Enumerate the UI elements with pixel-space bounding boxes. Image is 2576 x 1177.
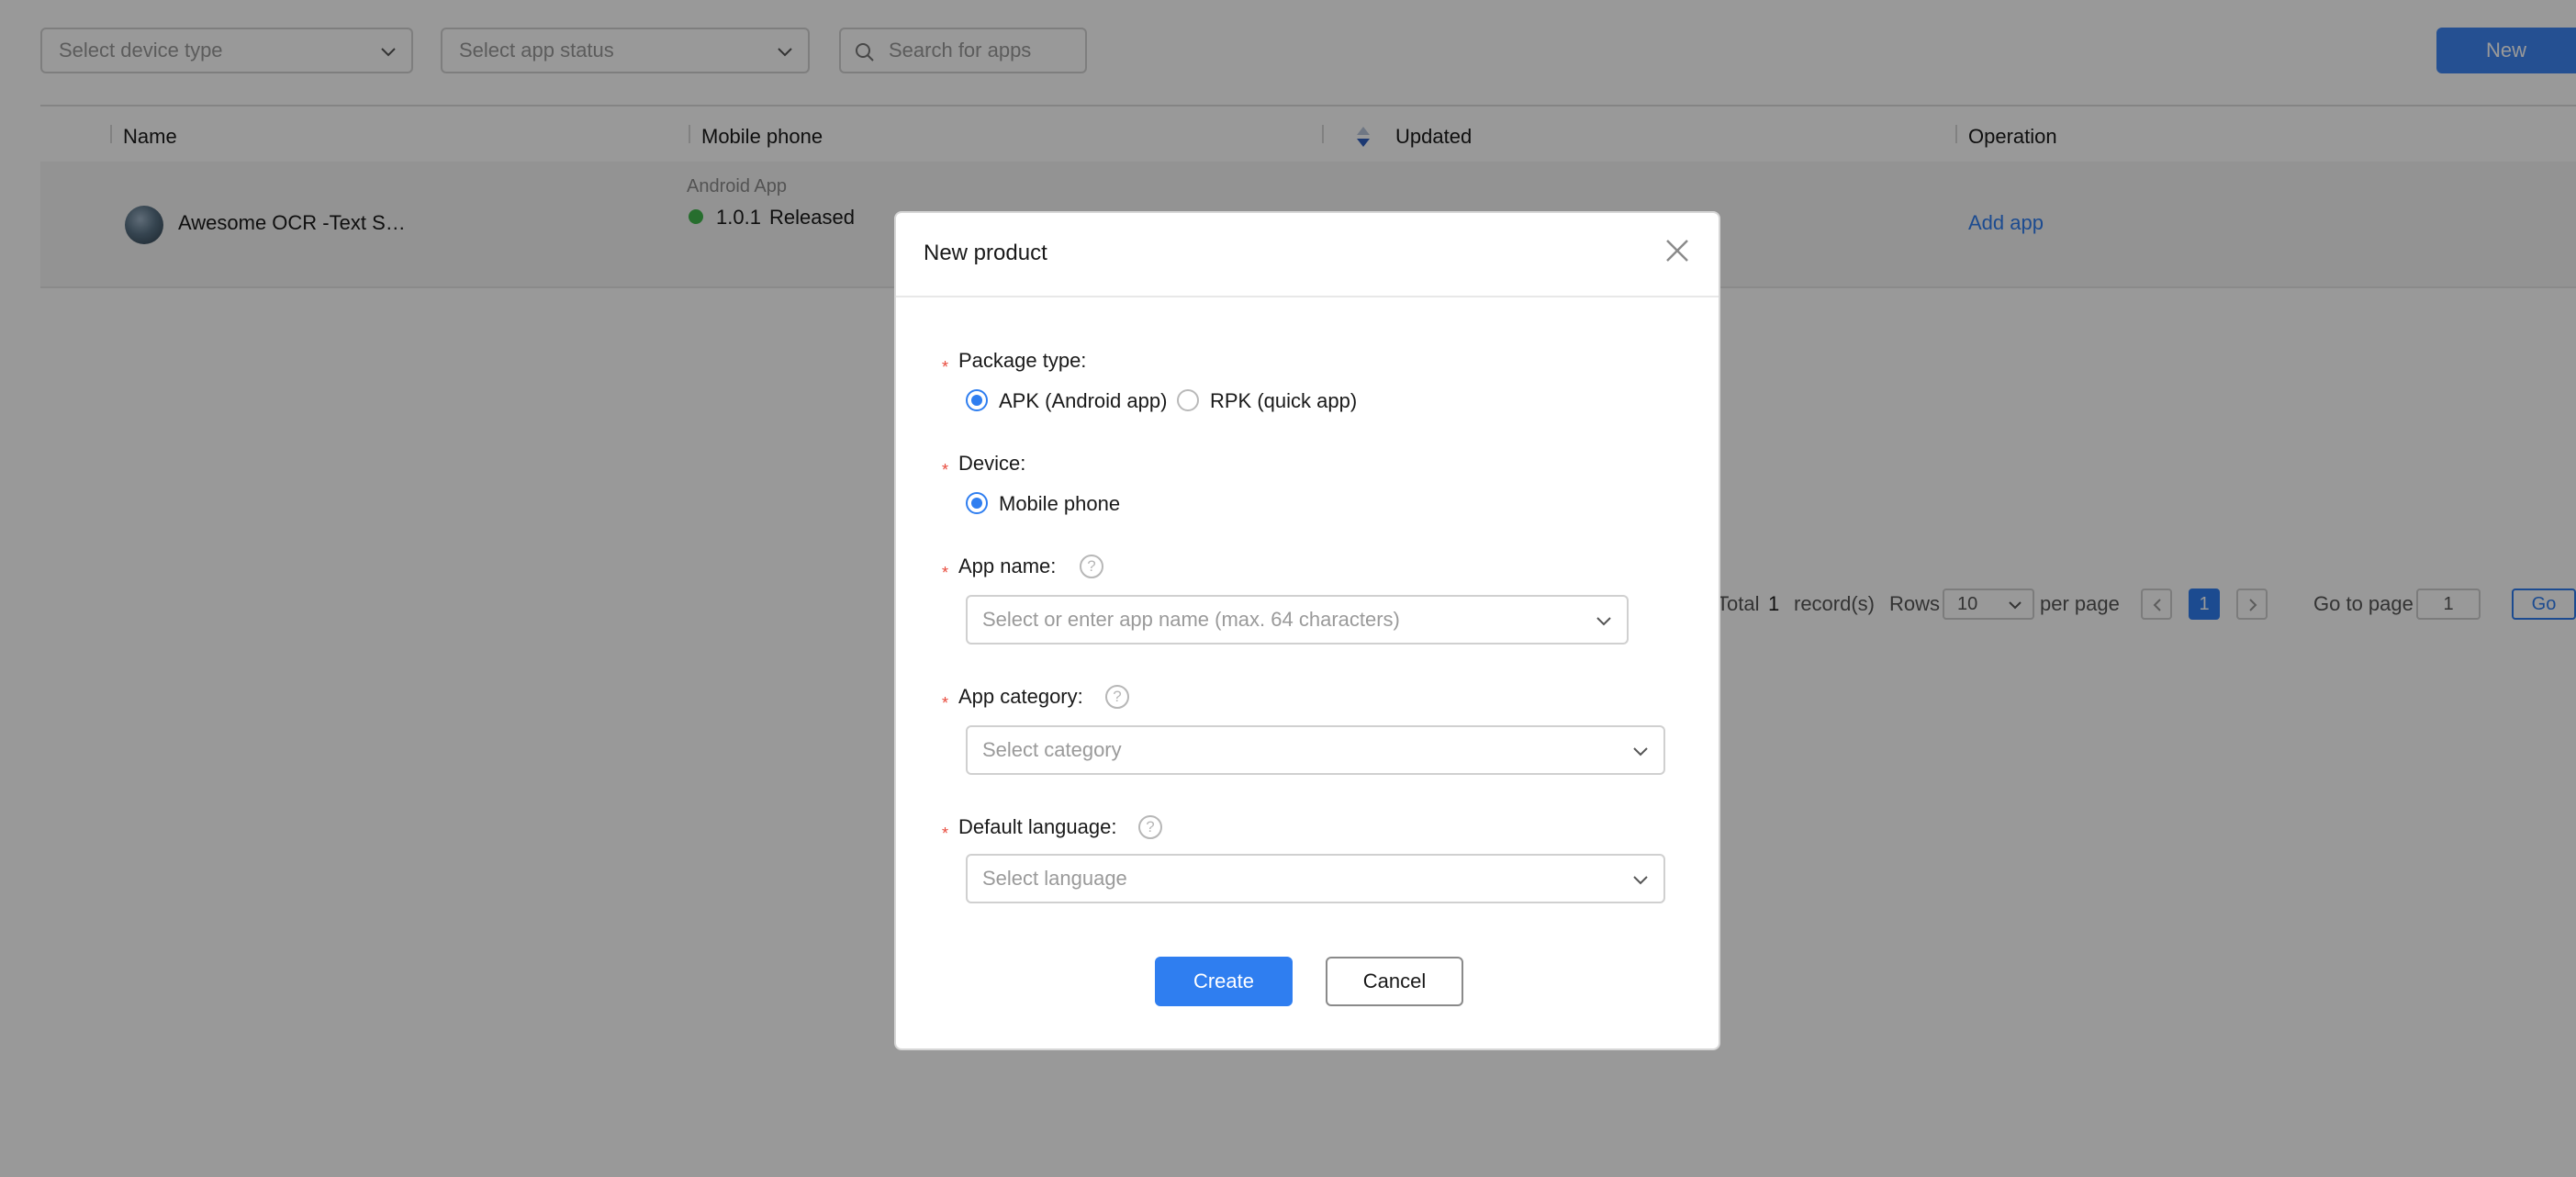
app-name-label: App name: bbox=[958, 555, 1057, 577]
radio-rpk[interactable] bbox=[1177, 389, 1199, 411]
close-icon[interactable] bbox=[1663, 237, 1691, 264]
new-product-dialog: New product * Package type: APK (Android… bbox=[894, 211, 1720, 1050]
radio-mobile-phone[interactable] bbox=[966, 492, 988, 514]
required-marker: * bbox=[942, 824, 949, 843]
help-icon[interactable]: ? bbox=[1080, 555, 1103, 578]
chevron-down-icon bbox=[1596, 617, 1611, 626]
default-language-select[interactable]: Select language bbox=[966, 854, 1665, 903]
app-category-placeholder: Select category bbox=[982, 738, 1122, 761]
cancel-button[interactable]: Cancel bbox=[1326, 957, 1463, 1006]
required-marker: * bbox=[942, 358, 949, 376]
app-name-combobox[interactable]: Select or enter app name (max. 64 charac… bbox=[966, 595, 1629, 645]
required-marker: * bbox=[942, 694, 949, 712]
default-language-placeholder: Select language bbox=[982, 867, 1127, 890]
chevron-down-icon bbox=[1633, 876, 1648, 885]
app-category-label: App category: bbox=[958, 685, 1083, 708]
device-label: Device: bbox=[958, 452, 1026, 475]
radio-apk[interactable] bbox=[966, 389, 988, 411]
radio-rpk-label[interactable]: RPK (quick app) bbox=[1210, 389, 1357, 413]
chevron-down-icon bbox=[1633, 747, 1648, 757]
required-marker: * bbox=[942, 564, 949, 582]
create-button[interactable]: Create bbox=[1155, 957, 1293, 1006]
dialog-title: New product bbox=[924, 241, 1047, 265]
default-language-label: Default language: bbox=[958, 815, 1117, 838]
dialog-divider bbox=[896, 296, 1719, 297]
app-name-placeholder: Select or enter app name (max. 64 charac… bbox=[982, 608, 1400, 631]
help-icon[interactable]: ? bbox=[1138, 815, 1162, 839]
package-type-label: Package type: bbox=[958, 349, 1087, 372]
radio-mobile-phone-label[interactable]: Mobile phone bbox=[999, 492, 1120, 516]
required-marker: * bbox=[942, 461, 949, 479]
help-icon[interactable]: ? bbox=[1105, 685, 1129, 709]
app-category-select[interactable]: Select category bbox=[966, 725, 1665, 775]
radio-apk-label[interactable]: APK (Android app) bbox=[999, 389, 1167, 413]
